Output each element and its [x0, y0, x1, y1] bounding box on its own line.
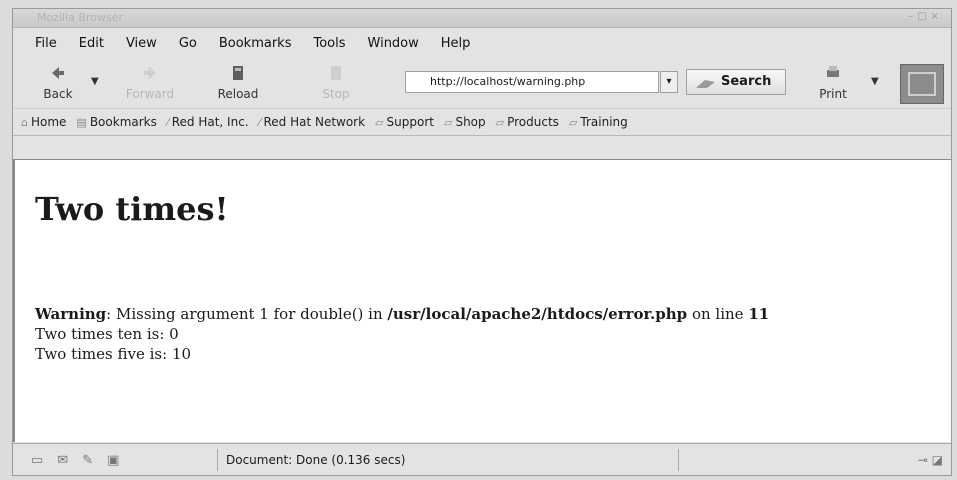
folder-icon: ▱: [568, 115, 578, 129]
bookmark-products-label: Products: [507, 115, 559, 129]
warning-label: Warning: [35, 305, 107, 323]
bookmark-redhat-network[interactable]: ⁄ Red Hat Network: [259, 115, 365, 129]
status-bar: ▭ ✉ ✎ ▣ Document: Done (0.136 secs) ⊸ ◪: [13, 443, 951, 476]
folder-icon: ▱: [443, 115, 453, 129]
folder-icon: ▱: [375, 115, 384, 129]
bookmark-redhat[interactable]: ⁄ Red Hat, Inc.: [167, 115, 249, 129]
menu-bar: File Edit View Go Bookmarks Tools Window…: [13, 28, 951, 58]
bookmark-training-label: Training: [580, 115, 628, 129]
reload-label: Reload: [217, 87, 259, 101]
link-icon: ⁄: [166, 115, 169, 129]
stop-label: Stop: [322, 87, 350, 101]
title-bar: Mozilla Browser –□×: [13, 9, 951, 28]
throbber-logo-icon[interactable]: [900, 64, 944, 104]
forward-label: Forward: [125, 87, 175, 101]
reload-icon: [233, 66, 243, 80]
browser-window: Mozilla Browser –□× File Edit View Go Bo…: [12, 8, 952, 476]
page-output: Warning: Missing argument 1 for double()…: [35, 304, 769, 364]
menu-view[interactable]: View: [126, 36, 157, 51]
menu-bookmarks[interactable]: Bookmarks: [219, 36, 292, 51]
navigation-toolbar: Back ▼ Forward Reload Stop http://localh…: [13, 58, 951, 109]
bookmark-products[interactable]: ▱ Products: [496, 115, 559, 129]
bookmark-home[interactable]: ⌂ Home: [21, 115, 66, 129]
bookmark-redhat-network-label: Red Hat Network: [263, 115, 366, 129]
page-content: Two times! Warning: Missing argument 1 f…: [13, 159, 951, 442]
forward-arrow-icon: [144, 67, 156, 79]
search-icon: [696, 80, 715, 88]
stop-icon: [331, 66, 341, 80]
bookmark-shop-label: Shop: [455, 115, 486, 129]
security-lock-icon[interactable]: ⊸ ◪: [889, 453, 951, 467]
search-button[interactable]: Search: [686, 69, 786, 95]
bookmark-bookmarks[interactable]: ▤ Bookmarks: [76, 115, 156, 129]
bookmark-bookmarks-label: Bookmarks: [89, 115, 157, 129]
window-title: Mozilla Browser: [37, 11, 123, 24]
reload-button[interactable]: Reload: [211, 62, 265, 106]
search-label: Search: [721, 74, 772, 89]
forward-button[interactable]: Forward: [123, 62, 177, 106]
link-icon: ⁄: [258, 115, 261, 129]
folder-icon: ▱: [495, 115, 505, 129]
mail-icon[interactable]: ✉: [57, 453, 68, 468]
window-controls[interactable]: –□×: [908, 11, 943, 22]
status-text: Document: Done (0.136 secs): [217, 449, 678, 471]
back-label: Back: [43, 87, 73, 101]
back-arrow-icon: [52, 67, 64, 79]
stop-button[interactable]: Stop: [309, 62, 363, 106]
component-bar: ▭ ✉ ✎ ▣: [13, 453, 217, 468]
bookmarks-icon: ▤: [76, 115, 87, 129]
url-dropdown-icon[interactable]: ▾: [660, 71, 678, 93]
bookmark-redhat-label: Red Hat, Inc.: [171, 115, 249, 129]
menu-go[interactable]: Go: [179, 36, 197, 51]
output-line-five: Two times five is: 10: [35, 345, 192, 363]
menu-window[interactable]: Window: [368, 36, 419, 51]
print-dropdown-icon[interactable]: ▼: [871, 76, 879, 87]
bookmark-support[interactable]: ▱ Support: [375, 115, 434, 129]
page-heading: Two times!: [35, 190, 229, 228]
menu-edit[interactable]: Edit: [79, 36, 104, 51]
warning-text: : Missing argument 1 for double() in: [106, 305, 388, 323]
menu-tools[interactable]: Tools: [313, 36, 345, 51]
menu-file[interactable]: File: [35, 36, 57, 51]
personal-toolbar: ⌂ Home ▤ Bookmarks ⁄ Red Hat, Inc. ⁄ Red Hat…: [13, 109, 951, 136]
navigator-icon[interactable]: ▭: [31, 453, 43, 468]
print-label: Print: [819, 87, 847, 101]
warning-line: Warning: Missing argument 1 for double()…: [35, 304, 769, 324]
bookmark-support-label: Support: [386, 115, 434, 129]
address-book-icon[interactable]: ▣: [107, 453, 119, 468]
progress-panel: [678, 449, 889, 471]
printer-icon: [827, 66, 839, 77]
url-input[interactable]: http://localhost/warning.php: [405, 71, 659, 93]
output-line-ten: Two times ten is: 0: [35, 325, 179, 343]
warning-path: /usr/local/apache2/htdocs/error.php: [387, 305, 688, 323]
url-text: http://localhost/warning.php: [430, 75, 586, 88]
bookmark-training[interactable]: ▱ Training: [569, 115, 628, 129]
composer-icon[interactable]: ✎: [82, 453, 93, 468]
back-history-dropdown-icon[interactable]: ▼: [91, 76, 99, 87]
bookmark-home-label: Home: [30, 115, 67, 129]
home-icon: ⌂: [21, 115, 28, 129]
back-button[interactable]: Back: [31, 62, 85, 106]
print-button[interactable]: Print: [806, 62, 860, 106]
warning-line-number: 11: [748, 305, 770, 323]
bookmark-shop[interactable]: ▱ Shop: [444, 115, 486, 129]
menu-help[interactable]: Help: [441, 36, 471, 51]
warning-line-text: on line: [687, 305, 749, 323]
